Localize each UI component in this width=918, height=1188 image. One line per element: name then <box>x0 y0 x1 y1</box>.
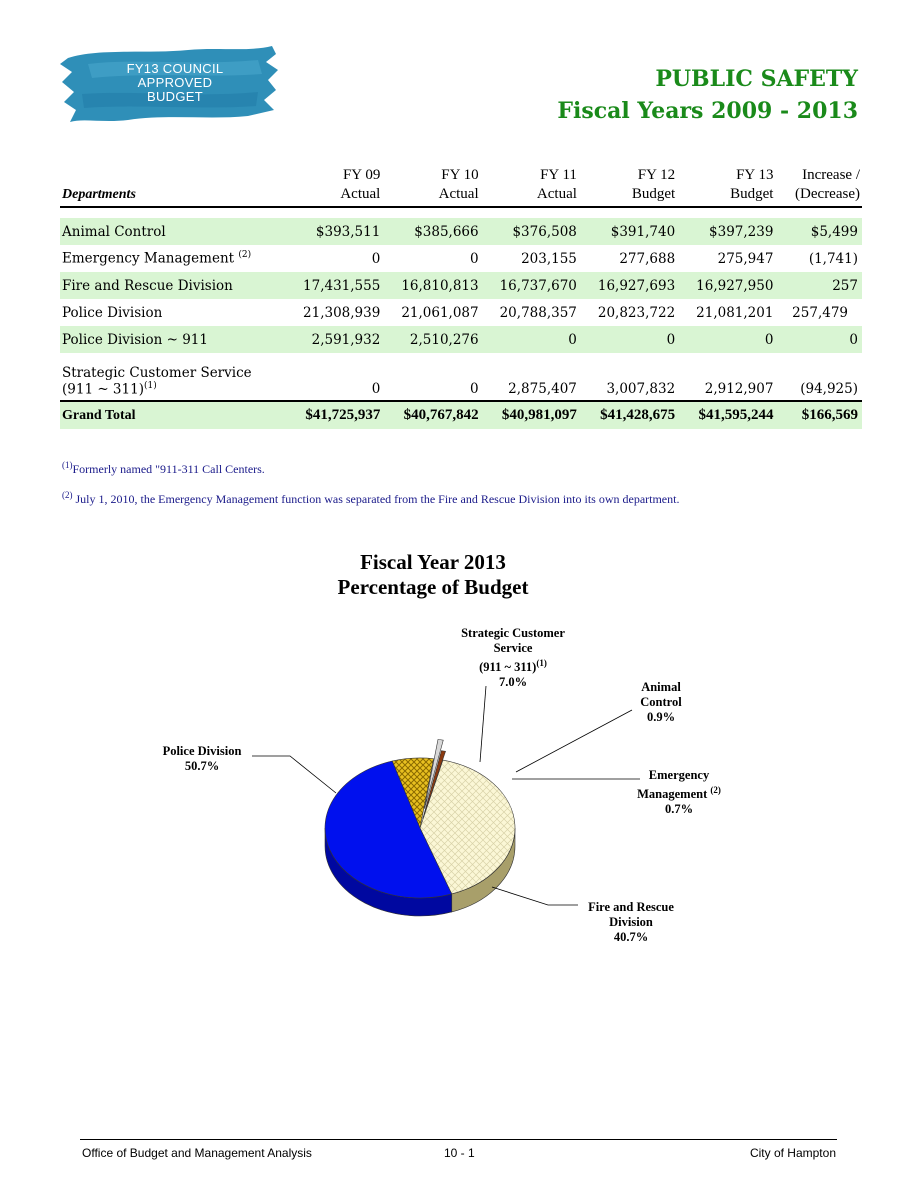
footer-page-number: 10 - 1 <box>444 1146 475 1160</box>
footer-rule <box>80 1139 837 1140</box>
leader-line-police <box>252 755 337 794</box>
footer-city: City of Hampton <box>749 1146 836 1160</box>
leader-line-animal-control <box>515 709 633 773</box>
label-fire-rescue: Fire and Rescue Division 40.7% <box>588 900 674 944</box>
leader-line-fire <box>491 886 578 906</box>
label-animal-control: Animal Control 0.9% <box>640 680 682 724</box>
footer-office: Office of Budget and Management Analysis <box>82 1146 312 1160</box>
pie-slices <box>324 739 516 899</box>
pie-chart <box>252 685 640 917</box>
label-emergency-management: Emergency Management (2) 0.7% <box>637 768 721 817</box>
label-strategic-customer-service: Strategic Customer Service (911 ~ 311)(1… <box>461 626 565 690</box>
label-police-division: Police Division 50.7% <box>162 744 242 773</box>
leader-line-scs <box>479 685 487 763</box>
